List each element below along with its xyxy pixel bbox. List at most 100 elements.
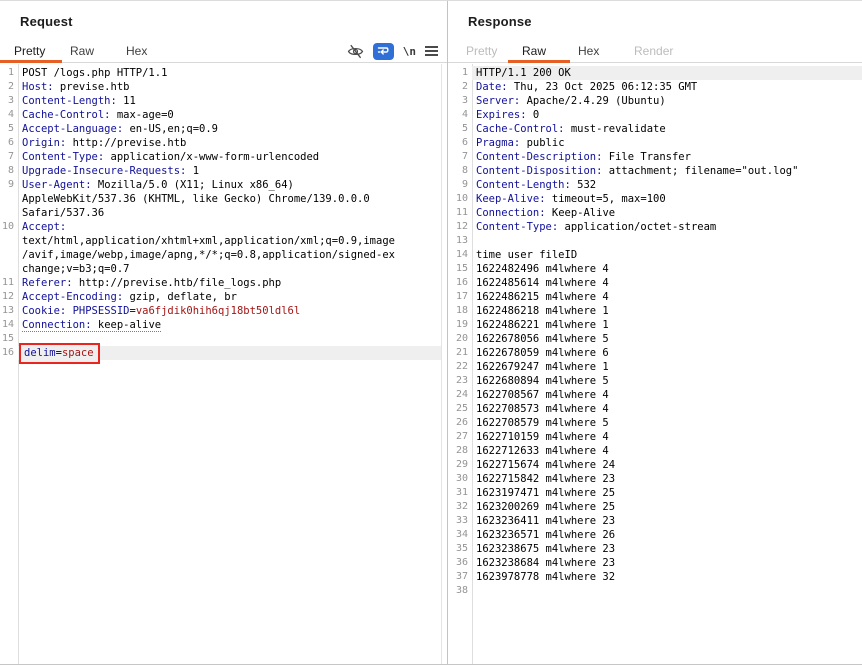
code-line: change;v=b3;q=0.7 [0,262,441,276]
code-line: 16delim=space [0,346,441,360]
code-line: 11Connection: Keep-Alive [448,206,862,220]
line-content: 1622678056 m4lwhere 5 [472,332,862,346]
code-line: 171622486215 m4lwhere 4 [448,290,862,304]
line-number: 34 [448,528,472,542]
line-content: 1622679247 m4lwhere 1 [472,360,862,374]
selection-box: delim=space [19,343,100,364]
code-line: Safari/537.36 [0,206,441,220]
code-line: 38 [448,584,862,598]
line-content [472,234,862,248]
code-line: text/html,application/xhtml+xml,applicat… [0,234,441,248]
code-line: 14time user fileID [448,248,862,262]
response-tab-render[interactable]: Render [634,41,690,62]
line-number: 32 [448,500,472,514]
word-wrap-icon[interactable] [373,43,394,60]
response-panel: Response PrettyRawHexRender 1HTTP/1.1 20… [447,1,862,664]
line-content: Upgrade-Insecure-Requests: 1 [18,164,441,178]
line-number [0,192,18,206]
code-line: 301622715842 m4lwhere 23 [448,472,862,486]
code-line: 211622678059 m4lwhere 6 [448,346,862,360]
line-content: 1622680894 m4lwhere 5 [472,374,862,388]
line-content: Host: previse.htb [18,80,441,94]
line-number: 13 [448,234,472,248]
line-number: 14 [0,318,18,332]
line-content: Origin: http://previse.htb [18,136,441,150]
line-content: Content-Length: 11 [18,94,441,108]
line-content: change;v=b3;q=0.7 [18,262,441,276]
request-tab-raw[interactable]: Raw [70,41,126,62]
line-number: 2 [448,80,472,94]
line-number: 11 [0,276,18,290]
response-tab-raw[interactable]: Raw [522,41,578,62]
line-number: 26 [448,416,472,430]
newline-icon[interactable]: \n [403,45,416,58]
line-number: 6 [448,136,472,150]
menu-icon[interactable] [425,46,438,56]
line-content: Date: Thu, 23 Oct 2025 06:12:35 GMT [472,80,862,94]
code-line: 6Pragma: public [448,136,862,150]
line-content: Cache-Control: must-revalidate [472,122,862,136]
line-number: 38 [448,584,472,598]
line-content: Safari/537.36 [18,206,441,220]
line-number: 35 [448,542,472,556]
code-line: 271622710159 m4lwhere 4 [448,430,862,444]
line-number: 31 [448,486,472,500]
line-content: AppleWebKit/537.36 (KHTML, like Gecko) C… [18,192,441,206]
response-title: Response [468,14,532,29]
line-number: 9 [0,178,18,192]
line-content: 1622482496 m4lwhere 4 [472,262,862,276]
line-number: 30 [448,472,472,486]
line-number: 13 [0,304,18,318]
line-content: 1622708567 m4lwhere 4 [472,388,862,402]
code-line: 201622678056 m4lwhere 5 [448,332,862,346]
line-number: 23 [448,374,472,388]
response-tab-hex[interactable]: Hex [578,41,634,62]
line-number: 17 [448,290,472,304]
line-content: 1622486218 m4lwhere 1 [472,304,862,318]
line-content: Referer: http://previse.htb/file_logs.ph… [18,276,441,290]
line-content: 1622710159 m4lwhere 4 [472,430,862,444]
line-number: 20 [448,332,472,346]
line-number: 33 [448,514,472,528]
code-line: 281622712633 m4lwhere 4 [448,444,862,458]
line-content: Accept: [18,220,441,234]
code-line: 4Expires: 0 [448,108,862,122]
code-line: 361623238684 m4lwhere 23 [448,556,862,570]
eye-hidden-icon[interactable] [347,44,364,59]
line-number: 16 [0,346,18,360]
code-line: 181622486218 m4lwhere 1 [448,304,862,318]
line-content: 1622708573 m4lwhere 4 [472,402,862,416]
code-line: /avif,image/webp,image/apng,*/*;q=0.8,ap… [0,248,441,262]
code-line: 241622708567 m4lwhere 4 [448,388,862,402]
line-content: Content-Description: File Transfer [472,150,862,164]
line-number: 28 [448,444,472,458]
request-panel: Request PrettyRawHex \n 1 [0,1,447,664]
code-line: 9User-Agent: Mozilla/5.0 (X11; Linux x86… [0,178,441,192]
line-content: Content-Length: 532 [472,178,862,192]
request-code: 1POST /logs.php HTTP/1.12Host: previse.h… [0,66,441,360]
line-number [0,262,18,276]
line-number: 3 [0,94,18,108]
response-editor[interactable]: 1HTTP/1.1 200 OK2Date: Thu, 23 Oct 2025 … [448,64,862,664]
code-line: 1HTTP/1.1 200 OK [448,66,862,80]
code-line: 7Content-Type: application/x-www-form-ur… [0,150,441,164]
line-content: Cache-Control: max-age=0 [18,108,441,122]
line-number: 36 [448,556,472,570]
line-number: 22 [448,360,472,374]
line-number: 11 [448,206,472,220]
request-editor[interactable]: 1POST /logs.php HTTP/1.12Host: previse.h… [0,64,442,664]
line-number: 12 [0,290,18,304]
request-tab-hex[interactable]: Hex [126,41,182,62]
line-number: 18 [448,304,472,318]
request-tab-pretty[interactable]: Pretty [14,41,70,62]
line-number: 5 [0,122,18,136]
code-line: 351623238675 m4lwhere 23 [448,542,862,556]
code-line: 221622679247 m4lwhere 1 [448,360,862,374]
line-content: Pragma: public [472,136,862,150]
line-number: 8 [448,164,472,178]
line-number: 37 [448,570,472,584]
response-tab-pretty[interactable]: Pretty [466,41,522,62]
line-content: delim=space [18,346,441,360]
code-line: 9Content-Length: 532 [448,178,862,192]
code-line: 12Accept-Encoding: gzip, deflate, br [0,290,441,304]
